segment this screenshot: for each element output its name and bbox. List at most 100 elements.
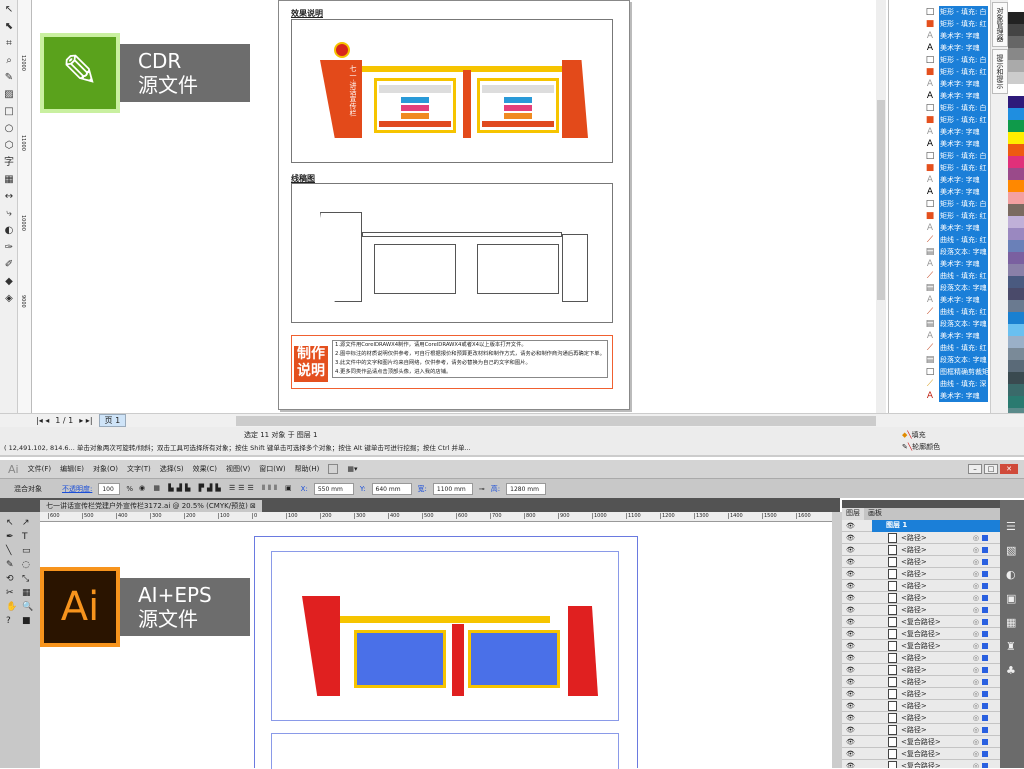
selection-square-icon[interactable]: [982, 726, 988, 733]
width-field[interactable]: 1100 mm: [432, 482, 473, 495]
color-swatch[interactable]: [1008, 96, 1024, 108]
color-swatch[interactable]: [1008, 204, 1024, 216]
ai-tool-icon[interactable]: 🔍: [22, 602, 33, 612]
selection-square-icon[interactable]: [982, 582, 988, 589]
selection-square-icon[interactable]: [982, 606, 988, 613]
effect-frame[interactable]: 七一·讲话宣传栏: [291, 19, 613, 163]
align-icons[interactable]: ◉ ▦ ▙▟▙ ▛▟▙ ☰☰☰ ⫴⫴⫴ ▣: [139, 484, 295, 493]
color-swatch[interactable]: [1008, 156, 1024, 168]
selection-square-icon[interactable]: [982, 762, 988, 768]
cdr-vertical-scrollbar[interactable]: [876, 0, 886, 413]
object-item[interactable]: ▤ 段落文本: 字魂: [889, 282, 988, 294]
object-item[interactable]: ⟋ 曲线 - 填充: 红: [889, 270, 988, 282]
object-item[interactable]: A 美术字: 字魂: [889, 30, 988, 42]
opacity-label[interactable]: 不透明度:: [62, 484, 92, 494]
dock-panel-icon[interactable]: ♜: [1006, 640, 1016, 653]
dimension-tool-icon[interactable]: ↔: [2, 190, 16, 204]
object-item[interactable]: ■ 矩形 - 填充: 红: [889, 210, 988, 222]
layer-item[interactable]: 👁 <路径> ◎: [842, 712, 1000, 724]
ai-tool-icon[interactable]: ✒: [6, 532, 14, 542]
color-swatch[interactable]: [1008, 336, 1024, 348]
ai-tool-icon[interactable]: ✋: [6, 602, 17, 612]
object-item[interactable]: □ 矩形 - 填充: 白: [889, 6, 988, 18]
color-swatch[interactable]: [1008, 0, 1024, 12]
visibility-eye-icon[interactable]: 👁: [842, 726, 872, 734]
ai-tool-icon[interactable]: ⤡: [22, 574, 29, 584]
object-item[interactable]: ■ 矩形 - 填充: 红: [889, 162, 988, 174]
height-field[interactable]: 1280 mm: [506, 482, 547, 495]
target-icon[interactable]: ◎: [973, 606, 979, 614]
object-item[interactable]: □ 矩形 - 填充: 白: [889, 102, 988, 114]
color-swatch[interactable]: [1008, 216, 1024, 228]
ai-tool-icon[interactable]: ▦: [22, 588, 31, 598]
target-icon[interactable]: ◎: [973, 594, 979, 602]
target-icon[interactable]: ◎: [973, 666, 979, 674]
layer-item[interactable]: 👁 <复合路径> ◎: [842, 748, 1000, 760]
color-swatch[interactable]: [1008, 144, 1024, 156]
menu-object[interactable]: 对象(O): [93, 464, 118, 474]
object-item[interactable]: A 美术字: 字魂: [889, 78, 988, 90]
menu-type[interactable]: 文字(T): [127, 464, 151, 474]
color-swatch[interactable]: [1008, 72, 1024, 84]
link-icon[interactable]: ⊸: [479, 485, 485, 493]
color-swatch[interactable]: [1008, 132, 1024, 144]
color-swatch[interactable]: [1008, 120, 1024, 132]
color-swatch[interactable]: [1008, 324, 1024, 336]
target-icon[interactable]: ◎: [973, 558, 979, 566]
rectangle-tool-icon[interactable]: □: [2, 105, 16, 119]
ai-tool-icon[interactable]: ↗: [22, 518, 30, 528]
target-icon[interactable]: ◎: [973, 726, 979, 734]
selection-square-icon[interactable]: [982, 630, 988, 637]
color-swatch[interactable]: [1008, 12, 1024, 24]
object-item[interactable]: ⟋ 曲线 - 填充: 红: [889, 306, 988, 318]
visibility-eye-icon[interactable]: 👁: [842, 558, 872, 566]
object-item[interactable]: A 美术字: 字魂: [889, 138, 988, 150]
dock-panel-icon[interactable]: ▧: [1006, 544, 1016, 557]
x-field[interactable]: 550 mm: [313, 482, 354, 495]
object-item[interactable]: ■ 矩形 - 填充: 红: [889, 114, 988, 126]
target-icon[interactable]: ◎: [973, 654, 979, 662]
visibility-eye-icon[interactable]: 👁: [842, 750, 872, 758]
color-swatch[interactable]: [1008, 264, 1024, 276]
visibility-eye-icon[interactable]: 👁: [842, 702, 872, 710]
menu-select[interactable]: 选择(S): [160, 464, 184, 474]
color-swatch[interactable]: [1008, 192, 1024, 204]
color-swatch[interactable]: [1008, 228, 1024, 240]
connector-tool-icon[interactable]: ⤷: [2, 207, 16, 221]
ai-tool-icon[interactable]: ■: [22, 616, 31, 626]
visibility-eye-icon[interactable]: 👁: [842, 678, 872, 686]
object-item[interactable]: A 美术字: 字魂: [889, 126, 988, 138]
ai-tool-icon[interactable]: ◌: [22, 560, 30, 570]
visibility-eye-icon[interactable]: 👁: [842, 594, 872, 602]
ellipse-tool-icon[interactable]: ○: [2, 122, 16, 136]
layer-item[interactable]: 👁 <路径> ◎: [842, 592, 1000, 604]
selection-square-icon[interactable]: [982, 534, 988, 541]
object-item[interactable]: A 美术字: 字魂: [889, 222, 988, 234]
color-swatch[interactable]: [1008, 60, 1024, 72]
tab-object-manager[interactable]: 对象管理器: [992, 2, 1008, 47]
object-item[interactable]: ▤ 段落文本: 字魂: [889, 354, 988, 366]
object-item[interactable]: A 美术字: 字魂: [889, 90, 988, 102]
object-item[interactable]: ⟋ 曲线 - 填充: 红: [889, 342, 988, 354]
zoom-tool-icon[interactable]: ⌕: [2, 54, 16, 68]
color-swatch[interactable]: [1008, 252, 1024, 264]
layer-item[interactable]: 👁 <路径> ◎: [842, 568, 1000, 580]
minimize-button[interactable]: –: [968, 464, 982, 474]
ai-tool-icon[interactable]: ▭: [22, 546, 31, 556]
object-item[interactable]: ▤ 段落文本: 字魂: [889, 246, 988, 258]
visibility-eye-icon[interactable]: 👁: [842, 714, 872, 722]
object-item[interactable]: A 美术字: 字魂: [889, 390, 988, 402]
target-icon[interactable]: ◎: [973, 642, 979, 650]
color-swatch[interactable]: [1008, 276, 1024, 288]
ai-tool-icon[interactable]: ✂: [6, 588, 14, 598]
object-item[interactable]: □ 矩形 - 填充: 白: [889, 150, 988, 162]
outline-tool-icon[interactable]: ✐: [2, 258, 16, 272]
selection-square-icon[interactable]: [982, 558, 988, 565]
visibility-eye-icon[interactable]: 👁: [842, 546, 872, 554]
ai-tool-icon[interactable]: ✎: [6, 560, 14, 570]
layer-item[interactable]: 👁 <复合路径> ◎: [842, 760, 1000, 768]
menu-window[interactable]: 窗口(W): [259, 464, 285, 474]
color-swatch[interactable]: [1008, 300, 1024, 312]
dock-panel-icon[interactable]: ▦: [1006, 616, 1016, 629]
tab-artboards[interactable]: 画板: [864, 508, 886, 520]
